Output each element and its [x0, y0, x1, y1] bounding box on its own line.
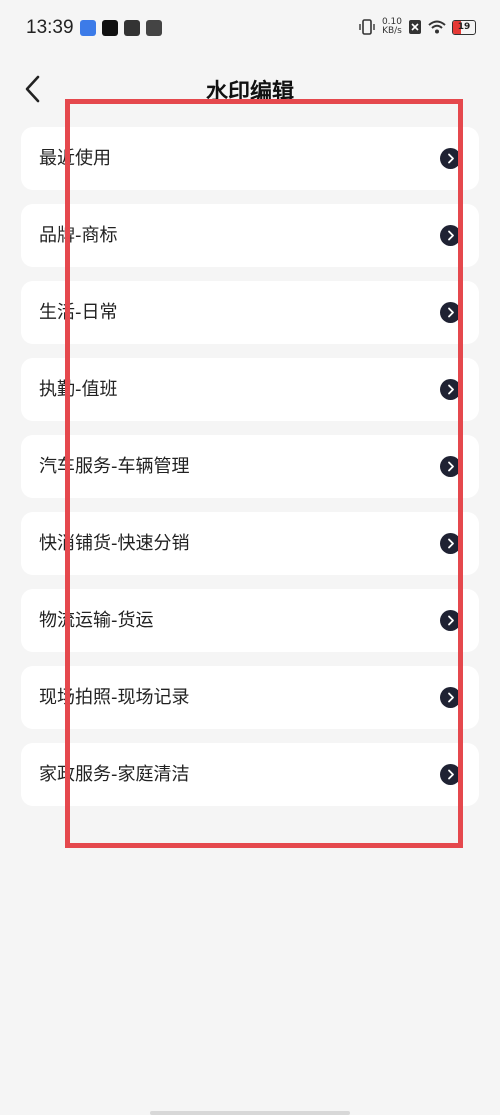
notification-icons: [80, 20, 162, 36]
battery-level: 19: [457, 21, 471, 32]
category-item-brand[interactable]: 品牌-商标: [21, 204, 479, 267]
category-item-logistics[interactable]: 物流运输-货运: [21, 589, 479, 652]
category-label: 最近使用: [39, 148, 111, 169]
app-notification-icon: [80, 20, 96, 36]
chevron-right-circle-icon: [440, 456, 461, 477]
category-item-auto-service[interactable]: 汽车服务-车辆管理: [21, 435, 479, 498]
no-sim-icon: [409, 20, 421, 34]
category-label: 品牌-商标: [39, 225, 118, 246]
battery-icon: 19: [452, 19, 476, 35]
chevron-right-circle-icon: [440, 148, 461, 169]
category-label: 现场拍照-现场记录: [39, 687, 190, 708]
vibrate-icon: [359, 19, 375, 35]
chevron-right-circle-icon: [440, 533, 461, 554]
category-label: 快消铺货-快速分销: [39, 533, 190, 554]
status-time: 13:39: [26, 17, 74, 38]
category-item-life[interactable]: 生活-日常: [21, 281, 479, 344]
category-label: 物流运输-货运: [39, 610, 154, 631]
chevron-right-circle-icon: [440, 302, 461, 323]
page-title: 水印编辑: [205, 80, 294, 105]
status-indicators: 0.10 KB/s 19: [358, 18, 476, 36]
category-label: 执勤-值班: [39, 379, 118, 400]
chevron-right-circle-icon: [440, 610, 461, 631]
chevron-right-circle-icon: [440, 687, 461, 708]
category-label: 汽车服务-车辆管理: [39, 456, 190, 477]
category-item-site-photo[interactable]: 现场拍照-现场记录: [21, 666, 479, 729]
category-item-duty[interactable]: 执勤-值班: [21, 358, 479, 421]
message-icon: [146, 20, 162, 36]
page-header: 水印编辑: [0, 60, 500, 116]
chevron-right-circle-icon: [440, 225, 461, 246]
category-item-housekeeping[interactable]: 家政服务-家庭清洁: [21, 743, 479, 806]
app-notification-icon: [124, 20, 140, 36]
wifi-icon: [428, 20, 446, 34]
category-label: 家政服务-家庭清洁: [39, 764, 190, 785]
chevron-right-circle-icon: [440, 379, 461, 400]
category-label: 生活-日常: [39, 302, 118, 323]
tiktok-icon: [102, 20, 118, 36]
chevron-right-circle-icon: [440, 764, 461, 785]
net-speed: 0.10 KB/s: [382, 18, 402, 36]
watermark-category-list: 最近使用 品牌-商标 生活-日常 执勤-值班 汽车服务-车辆管理 快消铺货-快速…: [21, 127, 479, 820]
home-indicator[interactable]: [150, 1111, 350, 1115]
category-item-fmcg[interactable]: 快消铺货-快速分销: [21, 512, 479, 575]
category-item-recent[interactable]: 最近使用: [21, 127, 479, 190]
net-speed-unit: KB/s: [382, 26, 402, 36]
status-bar: 13:39 0.10 KB/s 19: [0, 0, 500, 58]
